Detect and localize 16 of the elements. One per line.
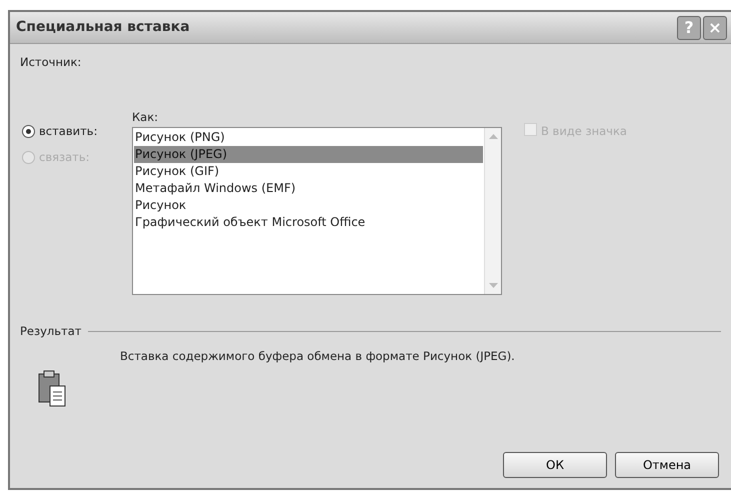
result-description: Вставка содержимого буфера обмена в формате Рисунок (JPEG). [120, 348, 515, 365]
radio-label: вставить: [39, 123, 98, 140]
result-label: Результат [20, 322, 82, 340]
list-item[interactable]: Рисунок (PNG) [134, 128, 483, 146]
format-label: Как: [132, 110, 158, 124]
list-item[interactable]: Рисунок (GIF) [134, 162, 483, 180]
source-label: Источник: [20, 54, 82, 71]
radio-button[interactable] [22, 125, 35, 138]
list-item[interactable]: Графический объект Microsoft Office [134, 214, 483, 230]
window-title: Специальная вставка [16, 18, 191, 37]
list-item[interactable]: Рисунок (JPEG) [134, 146, 483, 162]
list-item[interactable]: Метафайл Windows (EMF) [134, 180, 483, 196]
format-listbox[interactable]: Рисунок (PNG) Рисунок (JPEG) Рисунок (GIF) Метафайл Windows (EMF) Рисунок Графический объект Microsoft Office [132, 126, 502, 294]
ok-button[interactable]: ОК [503, 452, 607, 478]
cancel-button[interactable]: Отмена [615, 452, 719, 478]
list-item[interactable]: Рисунок [134, 196, 483, 214]
